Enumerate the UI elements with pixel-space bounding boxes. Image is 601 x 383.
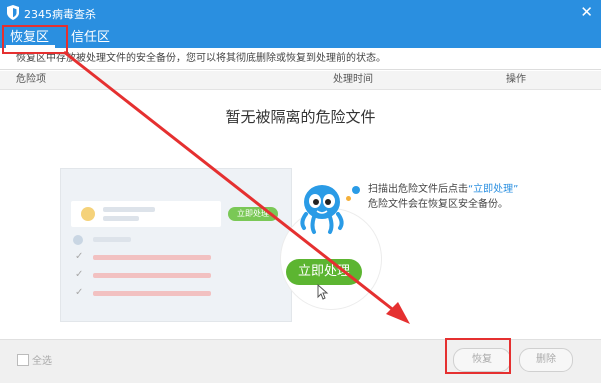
illustration-red-line — [93, 273, 211, 278]
illustration-dot — [73, 235, 83, 245]
check-icon: ✓ — [75, 269, 84, 280]
tab-bar: 恢复区 信任区 — [0, 26, 601, 48]
empty-state-title: 暂无被隔离的危险文件 — [225, 108, 376, 126]
check-icon: ✓ — [75, 287, 84, 298]
bubble-dot — [346, 196, 351, 201]
illustration-red-line — [93, 255, 211, 260]
octopus-mascot-icon — [300, 185, 344, 234]
process-now-button: 立即处理 — [286, 259, 362, 285]
shield-logo-icon — [7, 5, 19, 20]
select-all-checkbox[interactable] — [17, 354, 29, 366]
illustration-line — [93, 237, 131, 242]
column-header: 危险项 处理时间 操作 — [0, 71, 601, 90]
bubble-dot — [352, 186, 360, 194]
restore-button[interactable]: 恢复 — [453, 348, 511, 372]
tab-trust-zone[interactable]: 信任区 — [71, 28, 110, 48]
illustration-red-line — [93, 291, 211, 296]
footer-bar: 全选 恢复 删除 — [0, 339, 601, 383]
select-all-label: 全选 — [32, 356, 52, 367]
col-danger-item: 危险项 — [16, 74, 46, 85]
illustration-small-button: 立即处理 — [228, 207, 278, 221]
hint-line-1: 扫描出危险文件后点击“立即处理” — [368, 180, 518, 195]
title-bar: 2345病毒查杀 ✕ — [0, 0, 601, 26]
hint-prefix: 扫描出危险文件后点击 — [368, 184, 468, 195]
info-text: 恢复区中存放被处理文件的安全备份，您可以将其彻底删除或恢复到处理前的状态。 — [0, 48, 601, 70]
illustration-panel: ✓ ✓ ✓ — [60, 168, 292, 322]
col-process-time: 处理时间 — [333, 74, 373, 85]
window-title: 2345病毒查杀 — [24, 8, 96, 21]
check-icon: ✓ — [75, 251, 84, 262]
close-icon[interactable]: ✕ — [580, 3, 593, 21]
tab-restore-zone[interactable]: 恢复区 — [5, 28, 56, 48]
illustration-avatar — [81, 207, 95, 221]
cursor-icon — [317, 284, 329, 300]
illustration-card — [71, 201, 221, 227]
col-action: 操作 — [506, 74, 526, 85]
illustration-line — [103, 216, 139, 221]
hint-line-2: 危险文件会在恢复区安全备份。 — [368, 199, 508, 210]
delete-button[interactable]: 删除 — [519, 348, 573, 372]
hint-link: “立即处理” — [468, 184, 519, 195]
illustration-line — [103, 207, 155, 212]
